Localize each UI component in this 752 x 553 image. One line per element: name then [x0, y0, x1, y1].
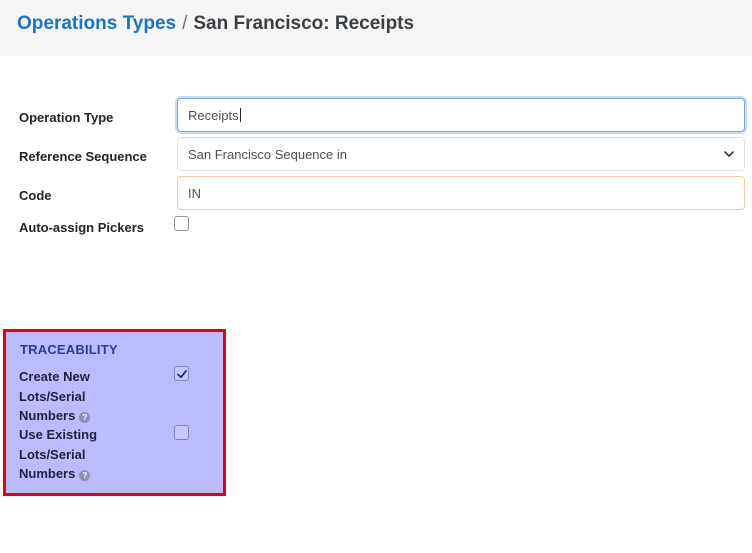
reference-sequence-select[interactable]: San Francisco Sequence in	[177, 137, 745, 171]
traceability-section: TRACEABILITY Create New Lots/Serial Numb…	[3, 329, 226, 496]
create-new-lots-label-line: Numbers	[19, 408, 76, 423]
use-existing-lots-label-line: Numbers	[19, 466, 76, 481]
breadcrumb-separator: /	[182, 13, 188, 34]
reference-sequence-label: Reference Sequence	[19, 149, 147, 164]
create-new-lots-label: Create New Lots/Serial Numbers?	[19, 367, 91, 426]
operation-type-input[interactable]: Receipts	[177, 98, 745, 132]
reference-sequence-value: San Francisco Sequence in	[188, 146, 347, 162]
text-cursor	[239, 108, 241, 122]
create-new-lots-checkbox[interactable]	[174, 366, 189, 381]
code-label: Code	[19, 188, 52, 203]
auto-assign-pickers-label: Auto-assign Pickers	[19, 220, 144, 235]
operation-type-label: Operation Type	[19, 110, 114, 125]
code-input[interactable]: IN	[177, 176, 745, 210]
checkmark-icon	[177, 370, 187, 379]
breadcrumb-operations-types-link[interactable]: Operations Types	[17, 13, 176, 35]
breadcrumb: Operations Types / San Francisco: Receip…	[17, 13, 414, 35]
help-icon[interactable]: ?	[79, 470, 91, 481]
control-panel-header: Operations Types / San Francisco: Receip…	[0, 0, 752, 56]
use-existing-lots-label-line: Use Existing	[19, 427, 98, 442]
create-new-lots-label-line: Create New	[19, 369, 90, 384]
use-existing-lots-label: Use Existing Lots/Serial Numbers?	[19, 425, 97, 484]
breadcrumb-current: San Francisco: Receipts	[193, 13, 415, 34]
operation-type-value: Receipts	[188, 107, 239, 123]
help-icon[interactable]: ?	[79, 412, 91, 423]
code-value: IN	[188, 185, 201, 201]
chevron-down-icon	[724, 151, 734, 157]
auto-assign-pickers-checkbox[interactable]	[174, 216, 189, 231]
use-existing-lots-checkbox[interactable]	[174, 425, 189, 440]
create-new-lots-label-line: Lots/Serial	[19, 388, 86, 404]
use-existing-lots-label-line: Lots/Serial	[19, 446, 86, 462]
traceability-title: TRACEABILITY	[20, 342, 118, 357]
